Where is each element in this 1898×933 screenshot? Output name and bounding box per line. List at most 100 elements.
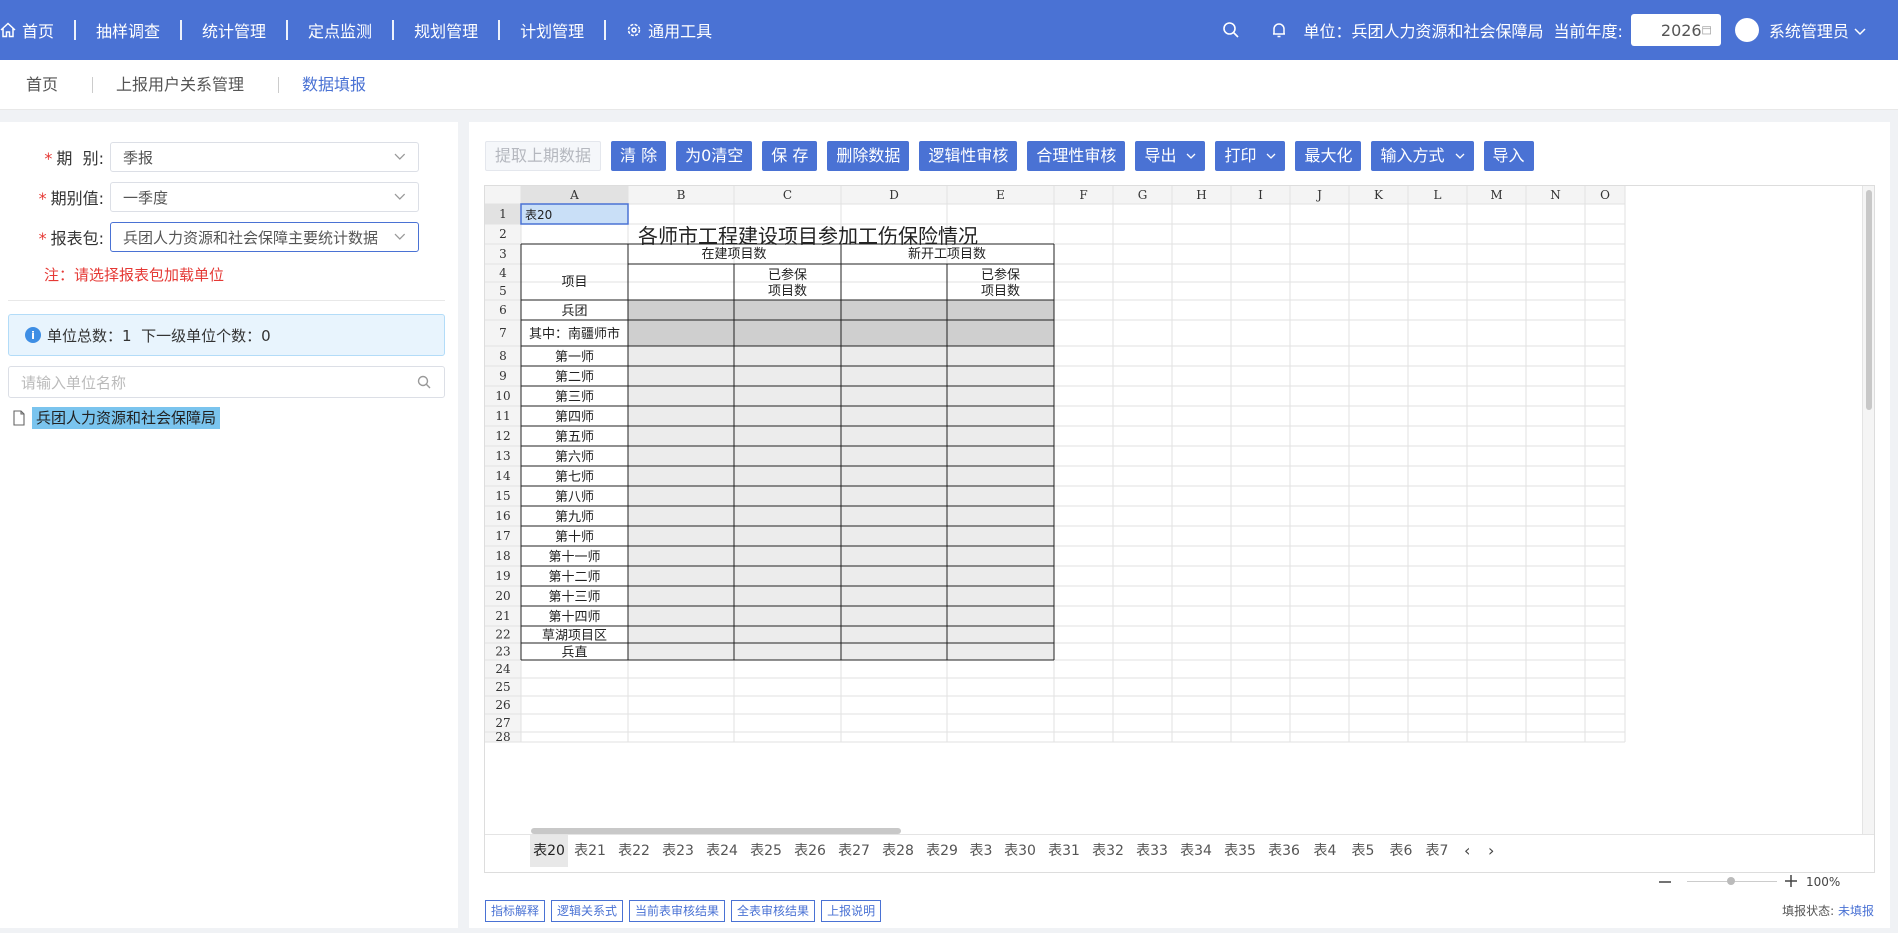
data-cell[interactable] (734, 320, 841, 346)
data-cell[interactable] (734, 586, 841, 606)
data-cell[interactable] (734, 606, 841, 626)
data-cell[interactable] (628, 546, 734, 566)
vertical-scrollbar[interactable] (1862, 186, 1874, 846)
row-header[interactable]: 20 (495, 589, 510, 603)
row-header[interactable]: 10 (495, 389, 510, 403)
nav-tools[interactable]: 通用工具 (606, 0, 732, 60)
footer-button-3[interactable]: 全表审核结果 (731, 900, 816, 922)
data-cell[interactable] (628, 506, 734, 526)
row-header[interactable]: 5 (499, 284, 507, 298)
sheet-tab[interactable]: 表5 (1344, 835, 1382, 867)
data-cell[interactable] (734, 386, 841, 406)
sheet-tab[interactable]: 表3 (964, 835, 998, 867)
data-cell[interactable] (734, 346, 841, 366)
sheet-tab[interactable]: 表29 (920, 835, 964, 867)
row-header[interactable]: 13 (495, 449, 510, 463)
data-cell[interactable] (841, 643, 947, 660)
row-header[interactable]: 28 (495, 730, 510, 744)
row-header[interactable]: 3 (499, 247, 507, 261)
nav-statistics[interactable]: 统计管理 (182, 0, 286, 60)
sheet-tab[interactable]: 表27 (832, 835, 876, 867)
data-cell[interactable] (947, 606, 1054, 626)
data-cell[interactable] (628, 526, 734, 546)
package-select[interactable]: 兵团人力资源和社会保障主要统计数据 (110, 222, 419, 252)
subnav-home[interactable]: 首页 (26, 60, 58, 110)
data-cell[interactable] (947, 386, 1054, 406)
data-cell[interactable] (734, 300, 841, 320)
column-header[interactable]: A (569, 188, 579, 202)
data-cell[interactable] (947, 366, 1054, 386)
toolbar-button-0[interactable]: 提取上期数据 (485, 141, 602, 171)
data-cell[interactable] (628, 300, 734, 320)
sheet-tab[interactable]: 表26 (788, 835, 832, 867)
row-header[interactable]: 14 (495, 469, 511, 483)
data-cell[interactable] (947, 546, 1054, 566)
row-header[interactable]: 17 (495, 529, 510, 543)
toolbar-button-7[interactable]: 导出 (1135, 141, 1206, 171)
data-cell[interactable] (734, 446, 841, 466)
subnav-data-entry[interactable]: 数据填报 (302, 60, 366, 110)
column-header[interactable]: J (1315, 188, 1322, 202)
column-header[interactable]: K (1374, 188, 1384, 202)
row-header[interactable]: 7 (499, 326, 507, 340)
row-header[interactable]: 25 (495, 680, 510, 694)
column-header[interactable]: F (1079, 188, 1087, 202)
data-cell[interactable] (841, 300, 947, 320)
row-header[interactable]: 22 (495, 628, 510, 642)
subnav-user-relations[interactable]: 上报用户关系管理 (116, 60, 244, 110)
row-header[interactable]: 8 (499, 349, 507, 363)
data-cell[interactable] (947, 586, 1054, 606)
toolbar-button-5[interactable]: 逻辑性审核 (919, 141, 1018, 171)
data-cell[interactable] (734, 643, 841, 660)
data-cell[interactable] (734, 506, 841, 526)
data-cell[interactable] (628, 366, 734, 386)
row-header[interactable]: 6 (499, 303, 507, 317)
sheet-tab[interactable]: 表30 (998, 835, 1042, 867)
period-select[interactable]: 季报 (110, 142, 419, 172)
zoom-in-icon[interactable] (1784, 874, 1798, 888)
data-cell[interactable] (841, 626, 947, 643)
data-cell[interactable] (734, 526, 841, 546)
tab-scroll-left-icon[interactable]: ‹ (1464, 835, 1470, 867)
row-header[interactable]: 26 (495, 698, 510, 712)
sheet-tab[interactable]: 表34 (1174, 835, 1218, 867)
sheet-tab[interactable]: 表32 (1086, 835, 1130, 867)
column-header[interactable]: H (1196, 188, 1206, 202)
row-header[interactable]: 19 (495, 569, 510, 583)
sheet-tab[interactable]: 表21 (568, 835, 612, 867)
sheet-tab[interactable]: 表33 (1130, 835, 1174, 867)
data-cell[interactable] (947, 406, 1054, 426)
row-header[interactable]: 18 (495, 549, 510, 563)
sheet-tab[interactable]: 表4 (1306, 835, 1344, 867)
data-cell[interactable] (841, 320, 947, 346)
column-header[interactable]: B (677, 188, 686, 202)
period-value-select[interactable]: 一季度 (110, 182, 419, 212)
toolbar-button-11[interactable]: 导入 (1483, 141, 1534, 171)
data-cell[interactable] (841, 366, 947, 386)
data-cell[interactable] (628, 606, 734, 626)
row-header[interactable]: 4 (499, 266, 507, 280)
sheet-tab[interactable]: 表28 (876, 835, 920, 867)
unit-search-input[interactable]: 请输入单位名称 (8, 366, 445, 398)
footer-button-0[interactable]: 指标解释 (485, 900, 546, 922)
data-cell[interactable] (734, 626, 841, 643)
data-cell[interactable] (947, 466, 1054, 486)
data-cell[interactable] (947, 426, 1054, 446)
data-cell[interactable] (841, 486, 947, 506)
row-header[interactable]: 27 (495, 716, 510, 730)
data-cell[interactable] (947, 526, 1054, 546)
data-cell[interactable] (628, 466, 734, 486)
data-cell[interactable] (841, 506, 947, 526)
toolbar-button-2[interactable]: 为0清空 (676, 141, 753, 171)
data-cell[interactable] (947, 566, 1054, 586)
nav-sampling-survey[interactable]: 抽样调查 (76, 0, 180, 60)
data-cell[interactable] (841, 426, 947, 446)
data-cell[interactable] (628, 406, 734, 426)
row-header[interactable]: 21 (495, 609, 510, 623)
data-cell[interactable] (628, 626, 734, 643)
data-cell[interactable] (947, 626, 1054, 643)
sheet-tab[interactable]: 表7 (1420, 835, 1454, 867)
data-cell[interactable] (734, 486, 841, 506)
column-header[interactable]: N (1550, 188, 1561, 202)
toolbar-button-10[interactable]: 输入方式 (1371, 141, 1474, 171)
